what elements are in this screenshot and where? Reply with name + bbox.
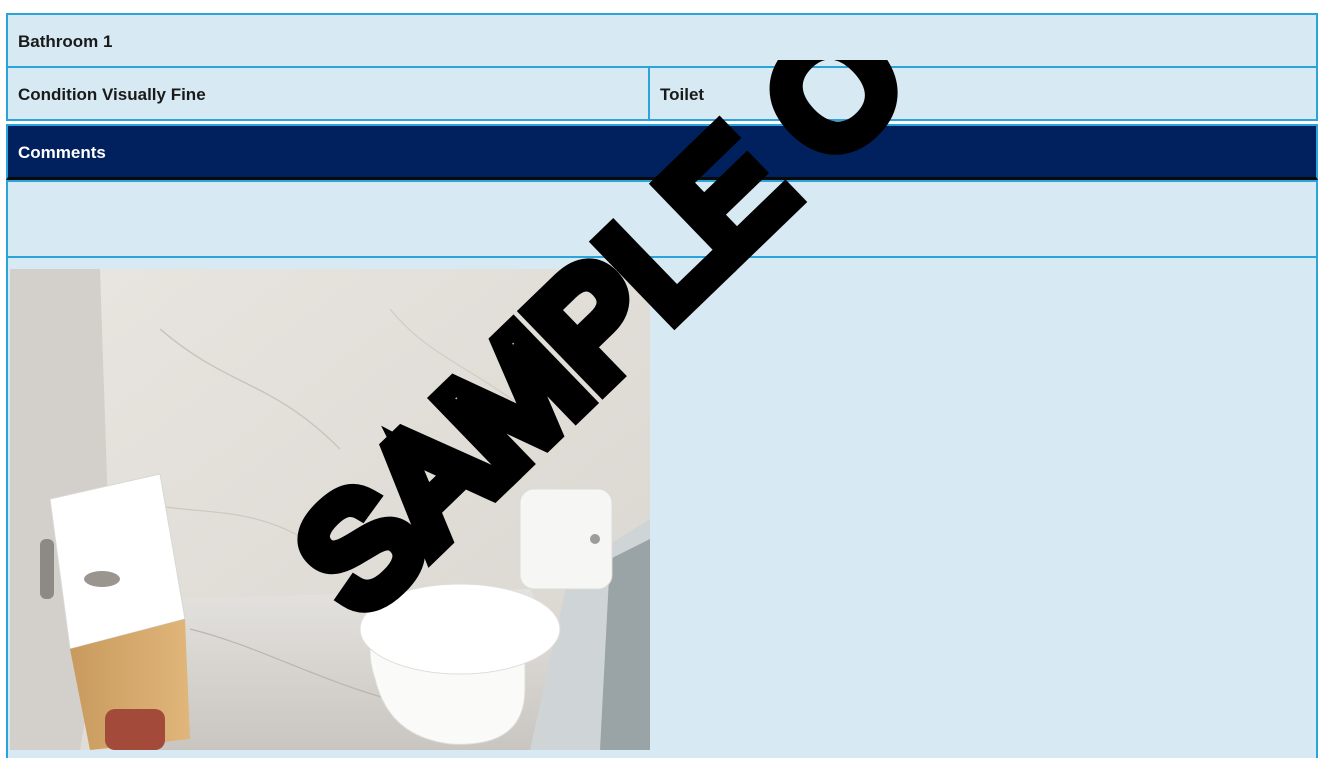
section-title: Bathroom 1 [18, 32, 113, 51]
comments-header: Comments [6, 124, 1318, 180]
comments-body [6, 180, 1318, 258]
comments-heading: Comments [18, 143, 106, 162]
photo-row [6, 256, 1318, 758]
column-divider [648, 68, 650, 119]
condition-label: Condition Visually Fine [18, 85, 206, 104]
bathroom-photo [10, 269, 650, 750]
item-label: Toilet [660, 85, 705, 104]
section-title-row: Bathroom 1 [6, 13, 1318, 68]
condition-row: Condition Visually Fine Toilet [6, 66, 1318, 121]
